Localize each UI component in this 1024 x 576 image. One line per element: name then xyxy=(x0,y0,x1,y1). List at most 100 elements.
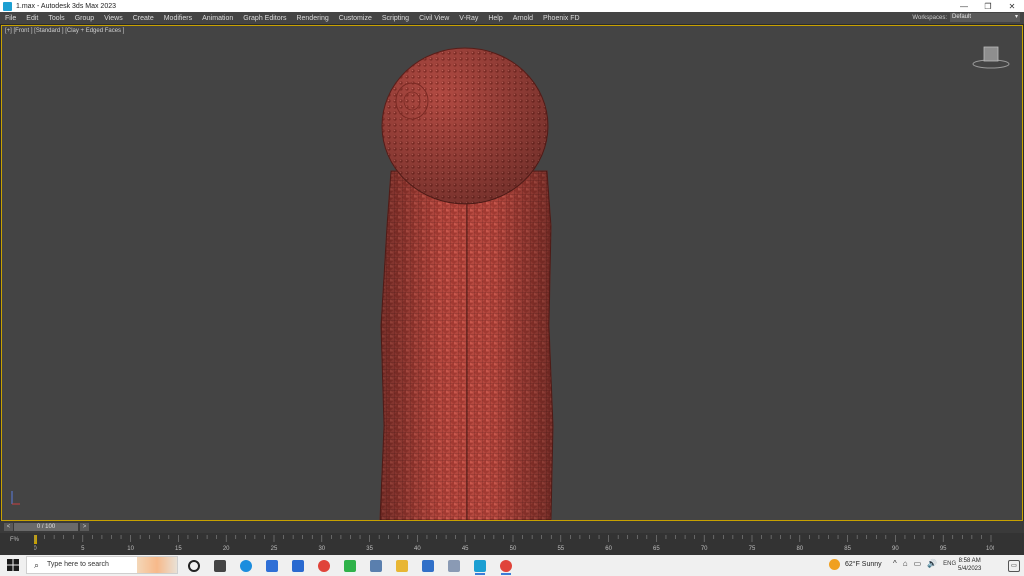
pattern-sphere[interactable] xyxy=(381,47,549,205)
menu-file[interactable]: File xyxy=(0,15,21,22)
file-explorer-icon-glyph xyxy=(396,559,408,572)
axis-tripod-icon xyxy=(11,491,20,505)
camtasia-icon-glyph xyxy=(344,559,356,572)
timeline-tick-label: 55 xyxy=(557,546,564,552)
windows-start-icon[interactable] xyxy=(6,558,20,572)
menu-bar: File Edit Tools Group Views Create Modif… xyxy=(0,12,1024,24)
timeline-tick-label: 15 xyxy=(175,546,182,552)
menu-graph-editors[interactable]: Graph Editors xyxy=(238,15,291,22)
previous-frame-button[interactable]: < xyxy=(4,523,13,531)
task-view-icon[interactable] xyxy=(209,556,231,575)
track-bar-icon[interactable]: F% xyxy=(10,537,19,543)
menu-help[interactable]: Help xyxy=(483,15,507,22)
workspace-dropdown[interactable]: Default xyxy=(950,13,1020,22)
system-tray: ^ ⌂ ▭ 🔊 ENG xyxy=(893,559,962,568)
pattern-cylinder[interactable] xyxy=(379,170,554,520)
weather-text: 62°F Sunny xyxy=(845,561,882,568)
menu-customize[interactable]: Customize xyxy=(334,15,377,22)
3dsmax-logo-icon xyxy=(3,1,12,11)
menu-rendering[interactable]: Rendering xyxy=(291,15,333,22)
3dsmax-icon-glyph xyxy=(474,559,486,572)
menu-animation[interactable]: Animation xyxy=(197,15,238,22)
app-icon-2[interactable] xyxy=(443,556,465,575)
system-clock[interactable]: 8:58 AM 5/4/2023 xyxy=(958,557,981,573)
language-indicator[interactable]: ENG xyxy=(943,561,956,567)
time-slider[interactable]: < 0 / 100 > xyxy=(0,521,1024,533)
menu-civil-view[interactable]: Civil View xyxy=(414,15,454,22)
file-explorer-icon[interactable] xyxy=(391,556,413,575)
menu-phoenix-fd[interactable]: Phoenix FD xyxy=(538,15,585,22)
cortana-icon[interactable] xyxy=(183,556,205,575)
search-icon: ⌕ xyxy=(34,560,40,570)
clock-date: 5/4/2023 xyxy=(958,566,982,572)
timeline-tick-label: 25 xyxy=(271,546,278,552)
minimize-button[interactable]: — xyxy=(952,0,976,12)
volume-icon[interactable]: 🔊 xyxy=(927,559,937,568)
window-controls: — ❐ ✕ xyxy=(952,0,1024,12)
viewcube-icon[interactable] xyxy=(972,44,1010,70)
mail-icon-glyph xyxy=(292,559,304,572)
weather-widget[interactable]: 62°F Sunny xyxy=(829,559,888,570)
scene-render xyxy=(379,47,554,520)
menu-modifiers[interactable]: Modifiers xyxy=(159,15,197,22)
clock-time: 8:58 AM xyxy=(958,558,981,564)
app-icon-1[interactable] xyxy=(365,556,387,575)
current-frame-marker xyxy=(34,535,37,544)
photos-icon-glyph xyxy=(422,559,434,572)
front-viewport[interactable]: [+] [Front ] [Standard ] [Clay + Edged F… xyxy=(1,25,1023,521)
edge-icon[interactable] xyxy=(235,556,257,575)
timeline-tick-label: 35 xyxy=(366,546,373,552)
menu-tools[interactable]: Tools xyxy=(43,15,69,22)
edge-icon-glyph xyxy=(240,559,252,572)
chrome-icon-2[interactable] xyxy=(495,556,517,575)
timeline-tick-label: 5 xyxy=(81,546,85,552)
timeline-ruler[interactable]: 0 5 10 15 20 25 30 35 40 45 50 55 60 65 70 75 80 85 90 95 10… xyxy=(34,533,994,555)
chrome-icon-2-glyph xyxy=(500,559,512,572)
workspaces-label: Workspaces: xyxy=(912,14,947,21)
3dsmax-icon[interactable] xyxy=(469,556,491,575)
menu-group[interactable]: Group xyxy=(70,15,99,22)
chrome-icon[interactable] xyxy=(313,556,335,575)
chrome-icon-glyph xyxy=(318,559,330,572)
menu-v-ray[interactable]: V-Ray xyxy=(454,15,483,22)
timeline-tick-label: 40 xyxy=(414,546,421,552)
track-bar[interactable]: F% 0 5 10 15 20 25 30 35 40 45 50 55 60 65 70 75 80 85 90 9… xyxy=(0,533,1024,555)
timeline-tick-label: 0 xyxy=(34,546,37,552)
task-view-icon-glyph xyxy=(214,559,226,572)
close-button[interactable]: ✕ xyxy=(1000,0,1024,12)
sun-icon xyxy=(829,559,840,570)
menu-edit[interactable]: Edit xyxy=(21,15,43,22)
photos-icon[interactable] xyxy=(417,556,439,575)
title-bar: 1.max - Autodesk 3ds Max 2023 — ❐ ✕ xyxy=(0,0,1024,12)
timeline-tick-label: 60 xyxy=(605,546,612,552)
timeline-tick-label: 10 xyxy=(127,546,134,552)
store-icon-glyph xyxy=(266,559,278,572)
tray-battery-icon[interactable]: ▭ xyxy=(914,559,922,568)
menu-create[interactable]: Create xyxy=(128,15,159,22)
notification-icon[interactable]: ▭ xyxy=(1008,560,1020,572)
camtasia-icon[interactable] xyxy=(339,556,361,575)
windows-taskbar: ⌕ Type here to search 62°F Sunny ^ ⌂ ▭ 🔊… xyxy=(0,555,1024,576)
timeline-tick-label: 30 xyxy=(318,546,325,552)
next-frame-button[interactable]: > xyxy=(80,523,89,531)
time-slider-thumb[interactable]: 0 / 100 xyxy=(14,523,78,531)
menu-scripting[interactable]: Scripting xyxy=(377,15,414,22)
taskbar-search[interactable]: ⌕ Type here to search xyxy=(26,556,178,574)
app-icon-1-glyph xyxy=(370,559,382,572)
search-highlight-image xyxy=(137,557,177,573)
maximize-button[interactable]: ❐ xyxy=(976,0,1000,12)
timeline-tick-label: 70 xyxy=(701,546,708,552)
menu-arnold[interactable]: Arnold xyxy=(508,15,538,22)
store-icon[interactable] xyxy=(261,556,283,575)
timeline-tick-label: 100 xyxy=(986,546,994,552)
menu-views[interactable]: Views xyxy=(99,15,128,22)
cortana-icon-glyph xyxy=(188,559,200,572)
timeline-tick-label: 20 xyxy=(223,546,230,552)
taskbar-apps xyxy=(183,556,521,575)
tray-app-icon[interactable]: ⌂ xyxy=(903,559,908,568)
mail-icon[interactable] xyxy=(287,556,309,575)
timeline-tick-label: 90 xyxy=(892,546,899,552)
timeline-tick-label: 95 xyxy=(940,546,947,552)
workspace-selector: Workspaces: Default xyxy=(912,13,1020,22)
tray-overflow-icon[interactable]: ^ xyxy=(893,559,897,568)
